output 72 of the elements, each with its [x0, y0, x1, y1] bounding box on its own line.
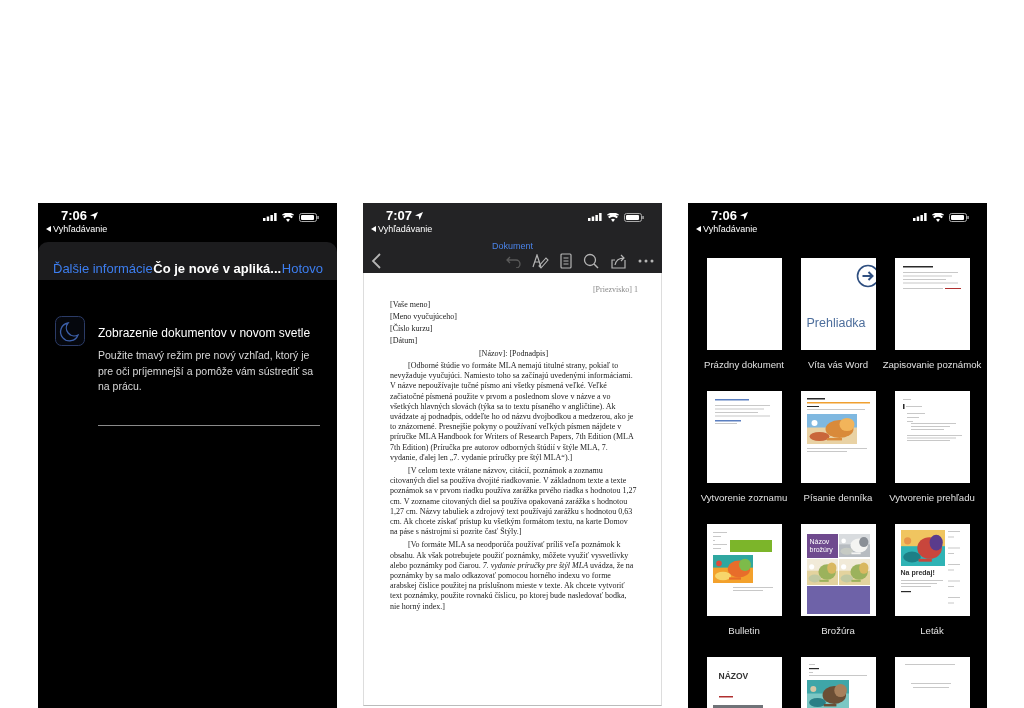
more-icon[interactable] [638, 259, 654, 263]
template-thumbnail[interactable] [706, 391, 782, 483]
wifi-icon [282, 212, 294, 222]
sheet-title: Čo je nové v apliká... [153, 261, 282, 276]
document-icon[interactable] [560, 253, 572, 269]
status-time: 7:06 [61, 208, 88, 223]
battery-icon [299, 212, 319, 222]
location-arrow-icon [740, 211, 749, 220]
battery-icon [624, 212, 644, 222]
template-thumbnail[interactable] [706, 258, 782, 350]
status-time: 7:07 [386, 208, 413, 223]
template-thumbnail[interactable] [706, 524, 782, 616]
document-title: Dokument [492, 241, 533, 251]
heading-line: [Meno vyučujúceho] [390, 312, 457, 321]
template-label: Vytvorenie prehľadu [889, 492, 975, 503]
done-button[interactable]: Hotovo [281, 261, 323, 276]
back-triangle-icon [46, 226, 51, 232]
template-label: Leták [920, 625, 944, 636]
template-thumbnail[interactable] [894, 391, 970, 483]
text-lines-drawing [712, 530, 727, 552]
template-thumbnail[interactable] [800, 391, 876, 483]
feature-description: Použite tmavý režim pre nový vzhľad, ktorý je pre oči príjemnejší a pomôže vám sústrediť sa na prácu. [98, 348, 315, 394]
more-info-link[interactable]: Ďalšie informácie [53, 261, 153, 276]
pen-icon[interactable] [532, 253, 549, 269]
back-link[interactable]: Vyhľadávanie [53, 224, 108, 234]
feature-title: Zobrazenie dokumentov v novom svetle [98, 326, 312, 340]
signal-icon [588, 213, 602, 221]
wifi-icon [932, 212, 944, 222]
back-triangle-icon [371, 226, 376, 232]
status-time: 7:06 [711, 208, 738, 223]
paragraph: [Vo formáte MLA sa neodporúča používať príliš veľa poznámok k obsahu. Ak však potrebujete použiť poznámky, môžete využiť vysvetlivky alebo poznámky pod čiarou. 7. vydanie príručky pre štýl MLA uvádza, že na poznámky by sa malo odkazovať pomocou horného indexu vo forme arabskej číslice použitej na príslušnom mieste v texte. Ak chcete vytvoriť text poznámky, použite rovnakú číslicu, po ktorej bude nasledovať bodka, nie horný index.] [390, 540, 635, 612]
signal-icon [263, 213, 277, 221]
template-label: Prázdny dokument [704, 359, 784, 370]
template-label: Zapisovanie poznámok [882, 359, 982, 370]
template-thumbnail[interactable]: NÁZOV [706, 657, 782, 708]
template-label: Písanie denníka [803, 492, 873, 503]
color-block [806, 586, 870, 614]
location-arrow-icon [415, 211, 424, 220]
thumbnail-title: NÁZOV [718, 671, 750, 681]
document-heading: [Názov]: [Podnadpis] [478, 349, 549, 358]
template-label: Bulletin [728, 625, 760, 636]
template-label: Víta vás Word [807, 359, 869, 370]
back-link[interactable]: Vyhľadávanie [703, 224, 758, 234]
share-icon[interactable] [610, 253, 627, 269]
text-lines-drawing [718, 696, 733, 698]
template-label: Vytvorenie zoznamu [700, 492, 788, 503]
location-arrow-icon [90, 211, 99, 220]
moon-icon [55, 316, 85, 346]
banner-block [729, 540, 772, 552]
back-link[interactable]: Vyhľadávanie [378, 224, 433, 234]
signal-icon [913, 213, 927, 221]
back-triangle-icon [696, 226, 701, 232]
wifi-icon [607, 212, 619, 222]
paragraph: [Odborné štúdie vo formáte MLA nemajú titulné strany, pokiaľ to nevyžaduje vyučujúci. Namiesto toho sa začínajú uvedenými informáciami. V názve nepoužívajte tučné písmo ani všetky písmená veľké. Veľké začiatočné písmená použite v prvom a poslednom slove v názve a vo všetkých hlavných slovách (týka sa to textu písaného v angličtine). Ak uvádzate aj podnadpis, oddeľte ho od názvu dvojbodkou a medzerou, ako je to znázornené. Presnejšie pokyny o používaní veľkých písmen nájdete v príručke MLA Handbook for Writers of Research Papers, 7th Edition (MLA 7th Edition) (Príručka pre autorov odborných štúdií v štýle MLA, 7. vydanie, ďalej len „7. vydanie príručky pre štýl MLA“).] [390, 361, 635, 464]
text-lines-drawing [806, 447, 870, 453]
battery-icon [949, 212, 969, 222]
template-thumbnail[interactable]: Prehliadka [800, 258, 876, 350]
heading-line: [Číslo kurzu] [390, 324, 433, 333]
text-lines-drawing [900, 397, 964, 442]
heading-line: [Dátum] [390, 336, 418, 345]
heading-line: [Vaše meno] [390, 300, 431, 309]
text-lines-drawing [904, 664, 955, 689]
search-icon[interactable] [583, 253, 599, 269]
text-lines-drawing [900, 579, 945, 595]
text-lines-drawing [806, 663, 870, 677]
template-label: Brožúra [821, 625, 855, 636]
paragraph: [V celom texte vrátane názvov, citácií, poznámok a zoznamu citovaných diel sa používa dvojité riadkovanie. V základnom texte a texte poznámok sa v prvom riadku používa zarážka prvého riadka s hodnotou 1,27 cm. V zozname citovaných diel sa používa opakovaná zarážka s hodnotou 1,27 cm. Názvy tabuliek a zdrojový text používajú zarážku s hodnotou 0,63 cm. Ak chcete získať prístup ku všetkým formátom textu, na karte Domov na páse s nástrojmi si pozrite časť Štýly.] [390, 466, 637, 538]
template-thumbnail[interactable] [894, 258, 970, 350]
back-chevron-icon[interactable] [371, 253, 381, 269]
page-header: [Priezvisko] 1 [592, 285, 638, 294]
text-lines-drawing [806, 397, 870, 411]
thumbnail-title: Prehliadka [806, 316, 867, 330]
